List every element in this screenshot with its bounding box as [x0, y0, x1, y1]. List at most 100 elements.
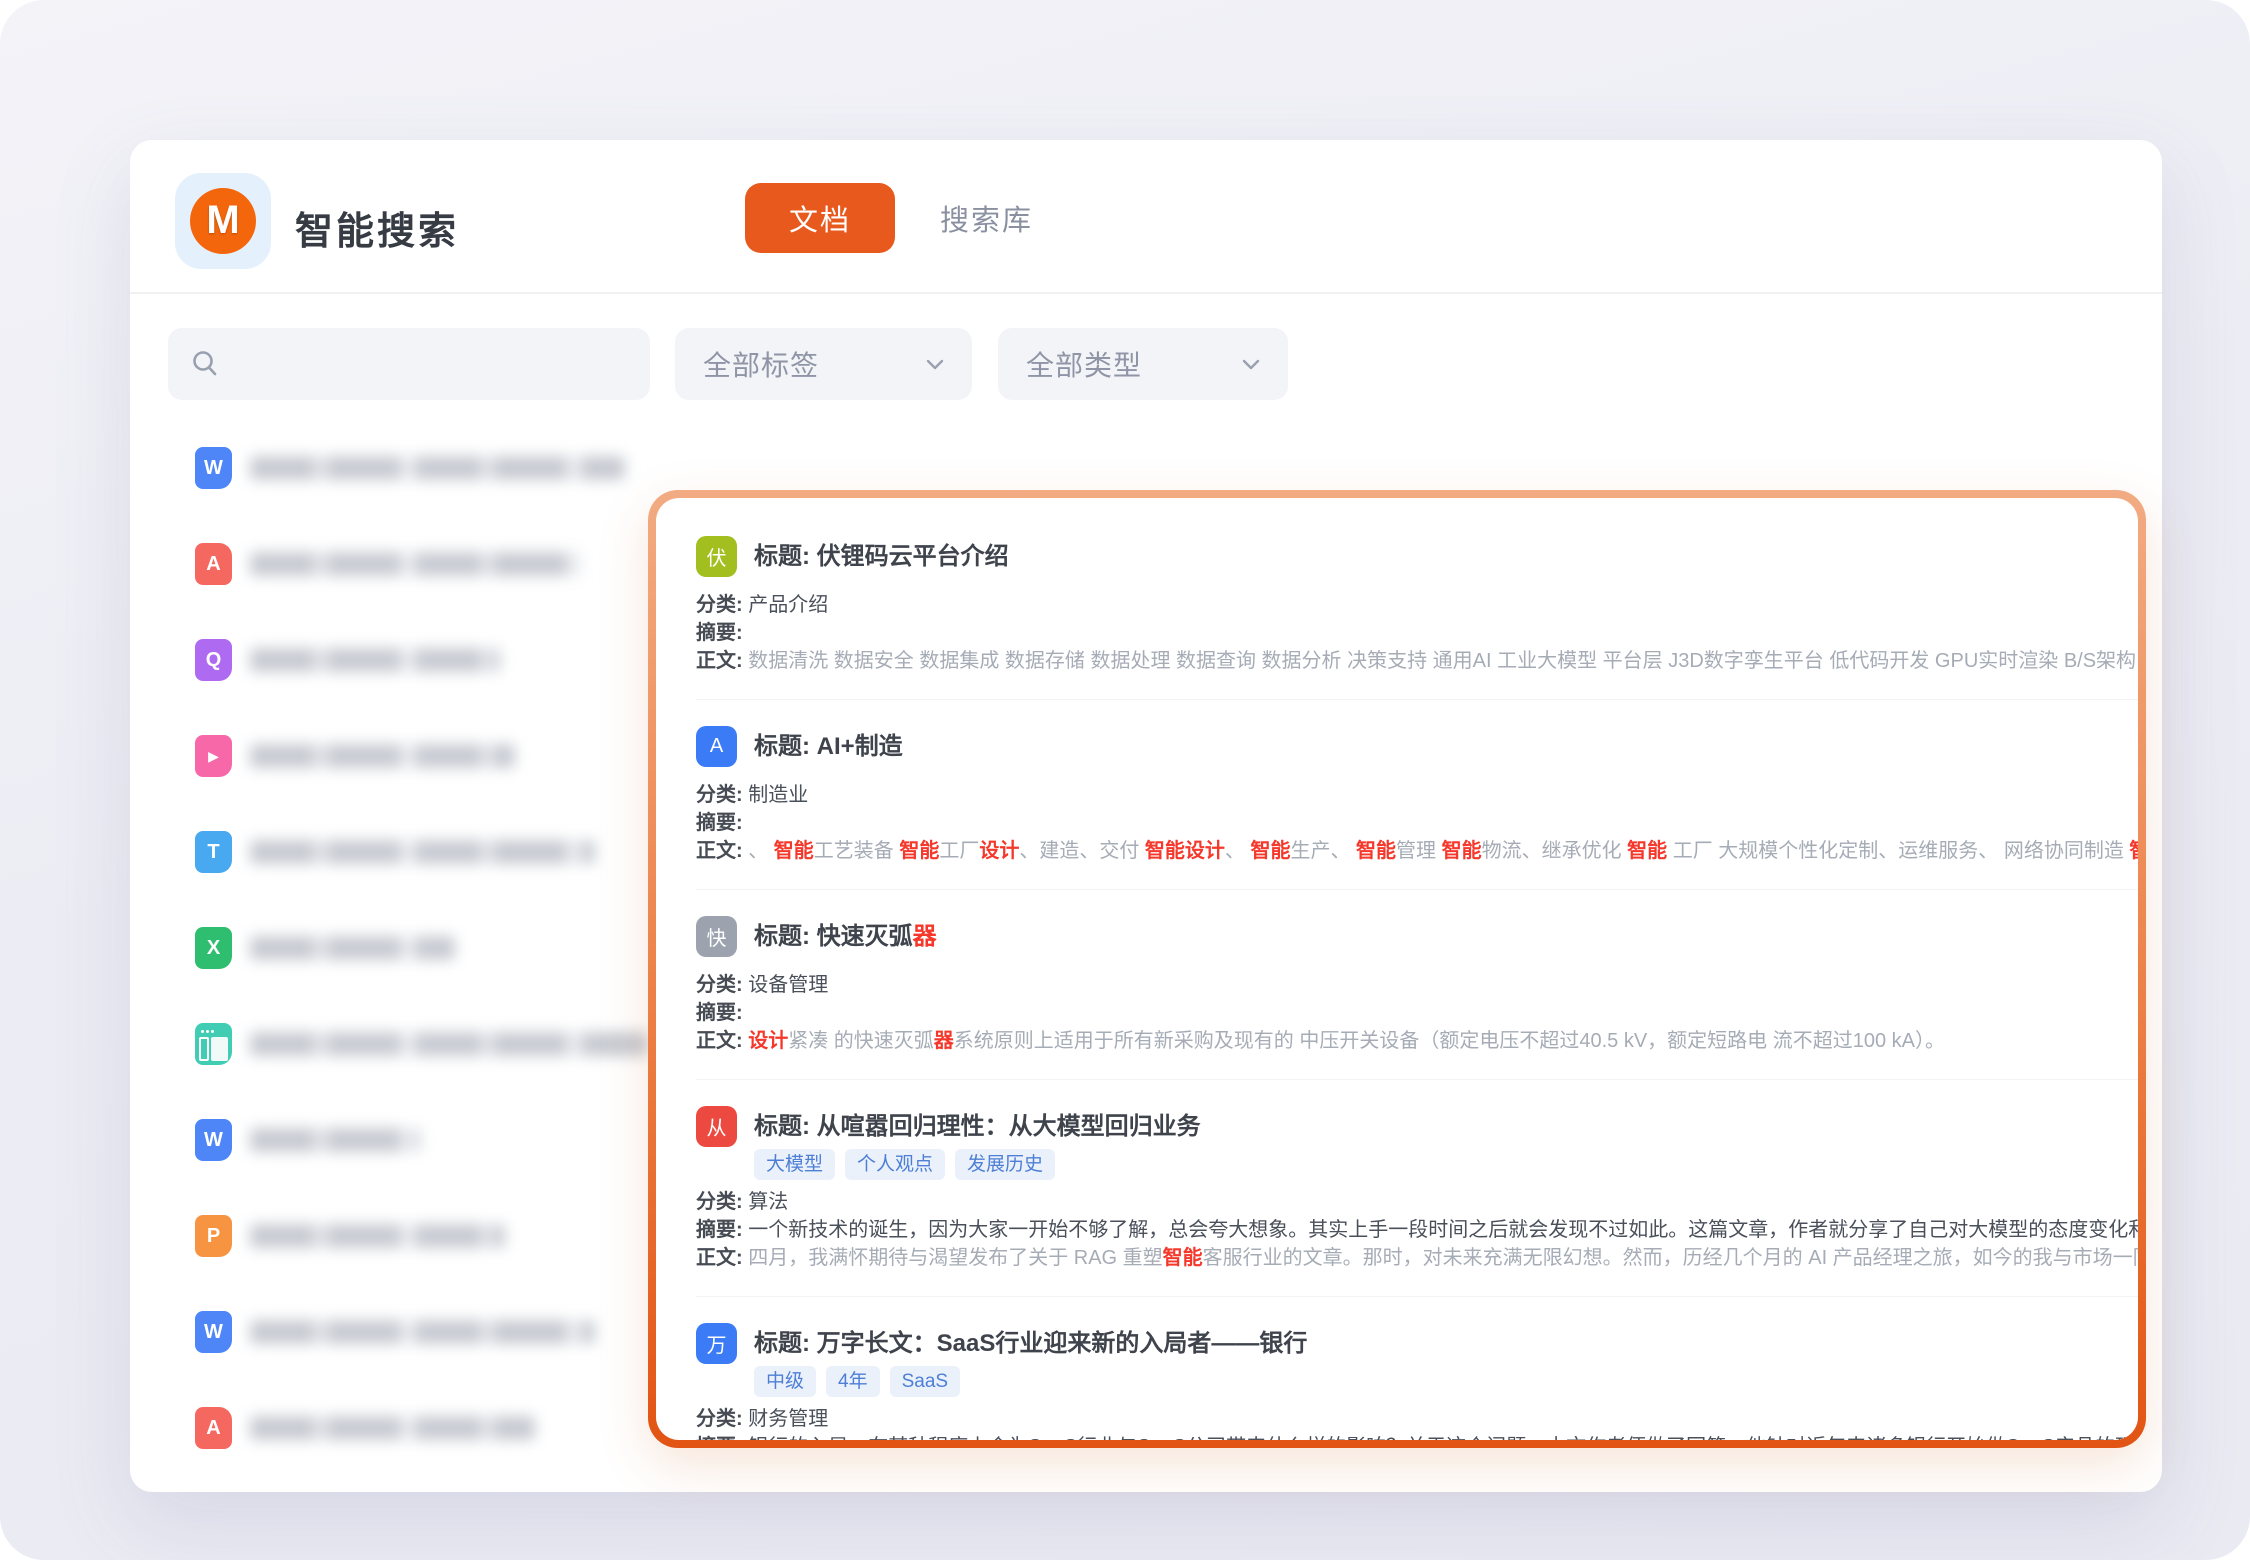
- app-logo: M: [175, 173, 271, 269]
- result-header: 快标题: 快速灭弧器: [696, 916, 2138, 957]
- search-result-item[interactable]: 从标题: 从喧嚣回归理性：从大模型回归业务大模型个人观点发展历史分类: 算法摘要…: [696, 1080, 2138, 1297]
- file-list-item[interactable]: W: [195, 1284, 655, 1380]
- result-title-label: 标题:: [754, 1330, 817, 1357]
- category-line: 分类: 算法: [696, 1188, 2138, 1216]
- app-card: M 智能搜索 文档 搜索库 全部标签 全部类型 WAQ▶: [130, 140, 2162, 1492]
- result-title: 标题: 快速灭弧器: [754, 916, 937, 957]
- result-header-text: 标题: 伏锂码云平台介绍: [754, 536, 1009, 577]
- file-name-redacted: [250, 1320, 595, 1344]
- result-tag-chip[interactable]: 发展历史: [955, 1149, 1055, 1180]
- video-file-icon: ▶: [195, 735, 232, 777]
- highlighted-keyword: 设计: [979, 840, 1019, 862]
- file-list-item[interactable]: [195, 996, 655, 1092]
- tab-documents[interactable]: 文档: [745, 183, 895, 253]
- file-list-item[interactable]: W: [195, 420, 655, 516]
- logo-letter: M: [206, 198, 239, 243]
- file-list-item[interactable]: A: [195, 1380, 655, 1476]
- summary-label: 摘要:: [696, 1002, 743, 1024]
- highlighted-keyword: 器: [913, 923, 937, 950]
- category-line: 分类: 制造业: [696, 781, 2138, 809]
- pdf-file-icon: A: [195, 1407, 232, 1449]
- file-name-redacted: [250, 936, 455, 960]
- chevron-down-icon: [1242, 359, 1260, 370]
- category-label: 分类:: [696, 784, 748, 806]
- result-header-text: 标题: 快速灭弧器: [754, 916, 937, 957]
- file-list-item[interactable]: A: [195, 516, 655, 612]
- search-result-item[interactable]: 伏标题: 伏锂码云平台介绍分类: 产品介绍摘要: 正文: 数据清洗 数据安全 数…: [696, 510, 2138, 700]
- file-name-redacted: [250, 1416, 535, 1440]
- summary-line: 摘要: 一个新技术的诞生，因为大家一开始不够了解，总会夸大想象。其实上手一段时间…: [696, 1216, 2138, 1244]
- tag-filter-value: 全部标签: [703, 344, 819, 384]
- highlighted-keyword: 智能: [2129, 840, 2138, 862]
- word-file-icon: W: [195, 447, 232, 489]
- result-title: 标题: 伏锂码云平台介绍: [754, 536, 1009, 577]
- result-tags: 大模型个人观点发展历史: [754, 1149, 1201, 1180]
- file-list-item[interactable]: X: [195, 900, 655, 996]
- result-title: 标题: 万字长文：SaaS行业迎来新的入局者——银行: [754, 1323, 1307, 1364]
- document-list: WAQ▶TXWPWA: [195, 420, 655, 1476]
- file-name-redacted: [250, 552, 580, 576]
- result-title-label: 标题:: [754, 1113, 817, 1140]
- category-label: 分类:: [696, 594, 748, 616]
- file-list-item[interactable]: W: [195, 1092, 655, 1188]
- file-list-item[interactable]: Q: [195, 612, 655, 708]
- summary-line: 摘要:: [696, 999, 2138, 1027]
- chevron-down-icon: [926, 359, 944, 370]
- category-label: 分类:: [696, 1408, 748, 1430]
- highlighted-keyword: 智能设计: [1145, 840, 1225, 862]
- search-result-item[interactable]: 万标题: 万字长文：SaaS行业迎来新的入局者——银行中级4年SaaS分类: 财…: [696, 1297, 2138, 1440]
- file-name-redacted: [250, 840, 595, 864]
- type-filter-dropdown[interactable]: 全部类型: [998, 328, 1288, 400]
- body-label: 正文:: [696, 650, 748, 672]
- file-list-item[interactable]: T: [195, 804, 655, 900]
- result-header: 万标题: 万字长文：SaaS行业迎来新的入局者——银行中级 4年 SaaS: [696, 1323, 2138, 1397]
- word-file-icon: W: [195, 1311, 232, 1353]
- result-header: A 标题: AI+制造: [696, 726, 2138, 767]
- result-avatar-icon: 万: [696, 1323, 737, 1364]
- file-name-redacted: [250, 456, 625, 480]
- body-label: 正文:: [696, 1030, 748, 1052]
- ppt-file-icon: P: [195, 1215, 232, 1257]
- result-header-text: 标题: AI+制造: [754, 726, 903, 767]
- result-header: 伏标题: 伏锂码云平台介绍: [696, 536, 2138, 577]
- result-title: 标题: 从喧嚣回归理性：从大模型回归业务: [754, 1106, 1201, 1147]
- file-list-item[interactable]: ▶: [195, 708, 655, 804]
- summary-label: 摘要:: [696, 1436, 748, 1440]
- result-header: 从标题: 从喧嚣回归理性：从大模型回归业务大模型个人观点发展历史: [696, 1106, 2138, 1180]
- highlighted-keyword: 设计: [748, 1030, 788, 1052]
- result-tag-chip[interactable]: 个人观点: [845, 1149, 945, 1180]
- highlighted-keyword: 智能: [1356, 840, 1396, 862]
- body-label: 正文:: [696, 1247, 748, 1269]
- result-tag-chip[interactable]: SaaS: [890, 1366, 960, 1397]
- search-box: [168, 328, 650, 400]
- result-title-label: 标题:: [754, 923, 817, 950]
- file-name-redacted: [250, 1224, 505, 1248]
- result-tag-chip[interactable]: 4年: [826, 1366, 880, 1397]
- file-name-redacted: [250, 648, 500, 672]
- file-list-item[interactable]: P: [195, 1188, 655, 1284]
- file-name-redacted: [250, 744, 515, 768]
- category-line: 分类: 产品介绍: [696, 591, 2138, 619]
- summary-label: 摘要:: [696, 622, 743, 644]
- body-line: 正文: 四月，我满怀期待与渴望发布了关于 RAG 重塑智能客服行业的文章。那时，…: [696, 1244, 2138, 1272]
- search-result-item[interactable]: 快标题: 快速灭弧器分类: 设备管理摘要: 正文: 设计紧凑 的快速灭弧器系统原…: [696, 890, 2138, 1080]
- result-avatar-icon: A: [696, 726, 737, 767]
- highlighted-keyword: 智能: [1442, 840, 1482, 862]
- tab-search-library[interactable]: 搜索库: [930, 183, 1043, 253]
- summary-label: 摘要:: [696, 812, 743, 834]
- result-tag-chip[interactable]: 大模型: [754, 1149, 835, 1180]
- file-name-redacted: [250, 1032, 650, 1056]
- summary-label: 摘要:: [696, 1219, 748, 1241]
- file-name-redacted: [250, 1128, 420, 1152]
- result-tag-chip[interactable]: 中级: [754, 1366, 816, 1397]
- highlighted-keyword: 智能: [1250, 840, 1290, 862]
- logo-circle: M: [190, 188, 256, 254]
- result-title: 标题: AI+制造: [754, 726, 903, 767]
- search-results-panel: 伏标题: 伏锂码云平台介绍分类: 产品介绍摘要: 正文: 数据清洗 数据安全 数…: [648, 490, 2146, 1448]
- tag-filter-dropdown[interactable]: 全部标签: [675, 328, 972, 400]
- excel-file-icon: X: [195, 927, 232, 969]
- result-header-text: 标题: 从喧嚣回归理性：从大模型回归业务大模型个人观点发展历史: [754, 1106, 1201, 1180]
- body-line: 正文: 数据清洗 数据安全 数据集成 数据存储 数据处理 数据查询 数据分析 决…: [696, 647, 2138, 675]
- search-input[interactable]: [234, 348, 628, 380]
- search-result-item[interactable]: A标题: AI+制造分类: 制造业摘要: 正文: 、 智能工艺装备 智能工厂设计…: [696, 700, 2138, 890]
